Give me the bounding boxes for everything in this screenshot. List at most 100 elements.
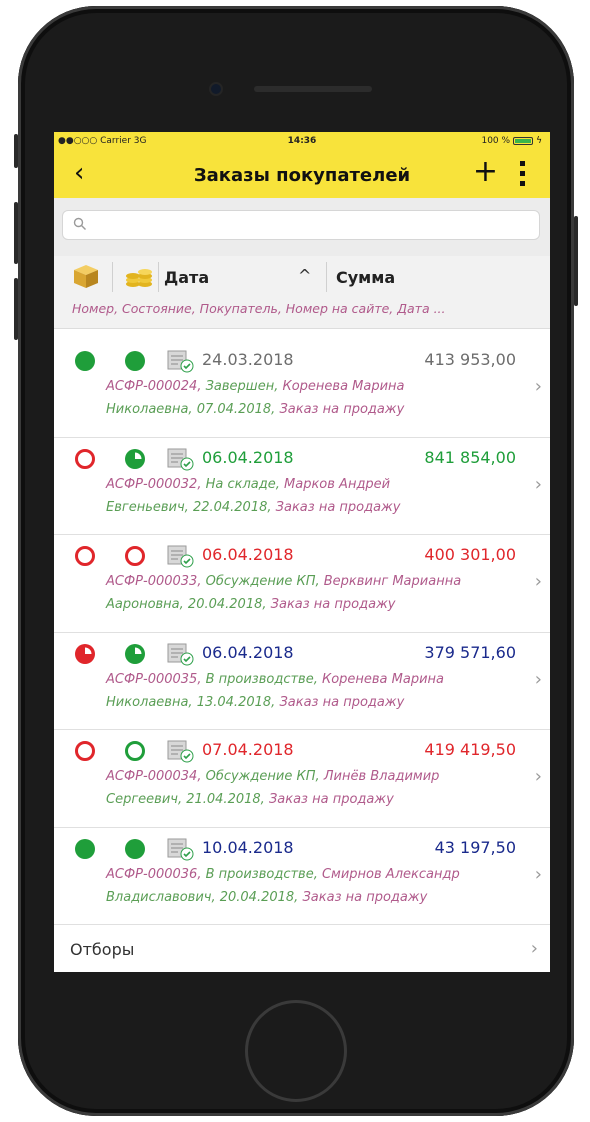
chevron-right-icon: › [534,376,542,397]
order-sum: 841 854,00 [424,447,516,467]
order-customer: Евгеньевич, [106,499,189,515]
order-details-line2: Евгеньевич, 22.04.2018, Заказ на продажу [106,500,400,515]
order-customer: Сергеевич, [106,792,183,807]
list-header: Дата ^ Сумма Номер, Состояние, Покупател… [54,256,550,329]
document-posted-icon [167,838,194,860]
order-due-date: 13.04.2018, [196,694,276,710]
column-sum[interactable]: Сумма [336,268,395,287]
search-icon [73,217,86,230]
document-posted-icon [167,740,194,763]
chevron-right-icon: › [534,668,542,690]
order-state: В производстве, [205,866,318,882]
order-details-line2: Аароновна, 20.04.2018, Заказ на продажу [106,597,395,612]
orders-list: 24.03.2018 413 953,00 › АСФР-000024, Заверш… [54,340,550,925]
chevron-right-icon: › [530,938,538,959]
screen: ●●○○○ Carrier 3G 14:36 100 % ϟ ‹ Заказы … [54,132,550,972]
volume-down-button [14,278,18,340]
order-details-line2: Николаевна, 13.04.2018, Заказ на продажу [106,695,404,710]
search-field[interactable] [62,210,540,240]
more-vertical-icon[interactable] [518,161,526,189]
status-pending-icon [75,448,95,469]
order-number: АСФР-000035, [106,671,202,687]
order-details-line1: АСФР-000034, Обсуждение КП, Линёв Владим… [106,769,439,784]
order-row[interactable]: 06.04.2018 379 571,60 › АСФР-000035, В прои… [54,632,550,730]
power-button [574,216,578,306]
order-date: 24.03.2018 [202,350,294,369]
document-posted-icon [167,448,194,470]
column-subtitle: Номер, Состояние, Покупатель, Номер на с… [72,301,446,316]
order-state: Обсуждение КП, [205,769,320,784]
order-date: 06.04.2018 [202,642,294,662]
order-details-line1: АСФР-000032, На складе, Марков Андрей [106,477,390,492]
order-number: АСФР-000036, [106,866,202,882]
order-customer: Верквинг Марианна [323,574,462,589]
order-state: В производстве, [205,671,318,687]
order-state: Обсуждение КП, [205,574,320,589]
order-sum: 413 953,00 [424,350,516,369]
order-customer: Коренева Марина [321,671,445,687]
order-kind: Заказ на продажу [275,499,401,515]
status-bar: ●●○○○ Carrier 3G 14:36 100 % ϟ [54,132,550,152]
order-row[interactable]: 07.04.2018 419 419,50 › АСФР-000034, Обсужд… [54,730,550,828]
column-date[interactable]: Дата [164,268,209,287]
order-sum: 400 301,00 [424,545,516,564]
package-icon[interactable] [72,263,100,289]
status-pending-icon [125,741,145,761]
status-complete-icon [125,838,145,859]
order-row[interactable]: 06.04.2018 841 854,00 › АСФР-000032, На скл… [54,437,550,535]
volume-up-button [14,202,18,264]
order-due-date: 20.04.2018, [219,889,299,905]
battery-status: 100 % ϟ [481,136,542,146]
charging-icon: ϟ [536,136,542,146]
order-kind: Заказ на продажу [279,402,405,417]
order-due-date: 20.04.2018, [187,597,267,612]
sort-ascending-icon[interactable]: ^ [298,266,311,285]
order-customer: Николаевна, [106,694,193,710]
order-row[interactable]: 24.03.2018 413 953,00 › АСФР-000024, Заверш… [54,340,550,438]
order-due-date: 22.04.2018, [192,499,272,515]
order-due-date: 21.04.2018, [186,792,265,807]
coins-icon[interactable] [124,265,154,289]
status-partial-icon [125,448,145,469]
order-row[interactable]: 06.04.2018 400 301,00 › АСФР-000033, Обсужд… [54,535,550,633]
order-customer: Аароновна, [106,597,184,612]
order-due-date: 07.04.2018, [196,402,276,417]
mute-switch [14,134,18,168]
search-input[interactable] [93,215,527,237]
battery-label: 100 % [481,136,511,146]
order-customer: Линёв Владимир [323,769,440,784]
earpiece-speaker [254,86,372,92]
order-number: АСФР-000034, [106,769,202,784]
order-kind: Заказ на продажу [268,792,394,807]
status-pending-icon [125,546,145,566]
order-date: 06.04.2018 [202,447,294,467]
order-row[interactable]: 10.04.2018 43 197,50 › АСФР-000036, В произ… [54,827,550,925]
order-date: 06.04.2018 [202,545,294,564]
search-bar [54,198,550,256]
order-kind: Заказ на продажу [279,694,405,710]
status-partial-icon [125,643,145,664]
status-time: 14:36 [287,136,317,146]
document-posted-icon [167,643,194,665]
filters-button[interactable]: Отборы › [54,924,550,972]
home-button[interactable] [245,1000,347,1102]
document-posted-icon [167,350,194,373]
chevron-right-icon: › [534,473,542,495]
order-customer: Владиславович, [106,889,216,905]
order-kind: Заказ на продажу [270,597,396,612]
order-details-line1: АСФР-000033, Обсуждение КП, Верквинг Мар… [106,574,461,589]
order-date: 10.04.2018 [202,837,294,857]
order-kind: Заказ на продажу [302,889,428,905]
order-details-line1: АСФР-000036, В производстве, Смирнов Але… [106,867,460,882]
status-complete-icon [125,351,145,371]
order-date: 07.04.2018 [202,740,294,759]
order-number: АСФР-000033, [106,574,202,589]
battery-icon [513,137,534,145]
plus-icon[interactable]: + [473,154,498,190]
order-sum: 419 419,50 [424,740,516,759]
status-complete-icon [75,838,95,859]
document-posted-icon [167,545,194,568]
chevron-right-icon: › [534,571,542,592]
order-details-line2: Николаевна, 07.04.2018, Заказ на продажу [106,402,404,417]
status-pending-icon [75,546,95,566]
